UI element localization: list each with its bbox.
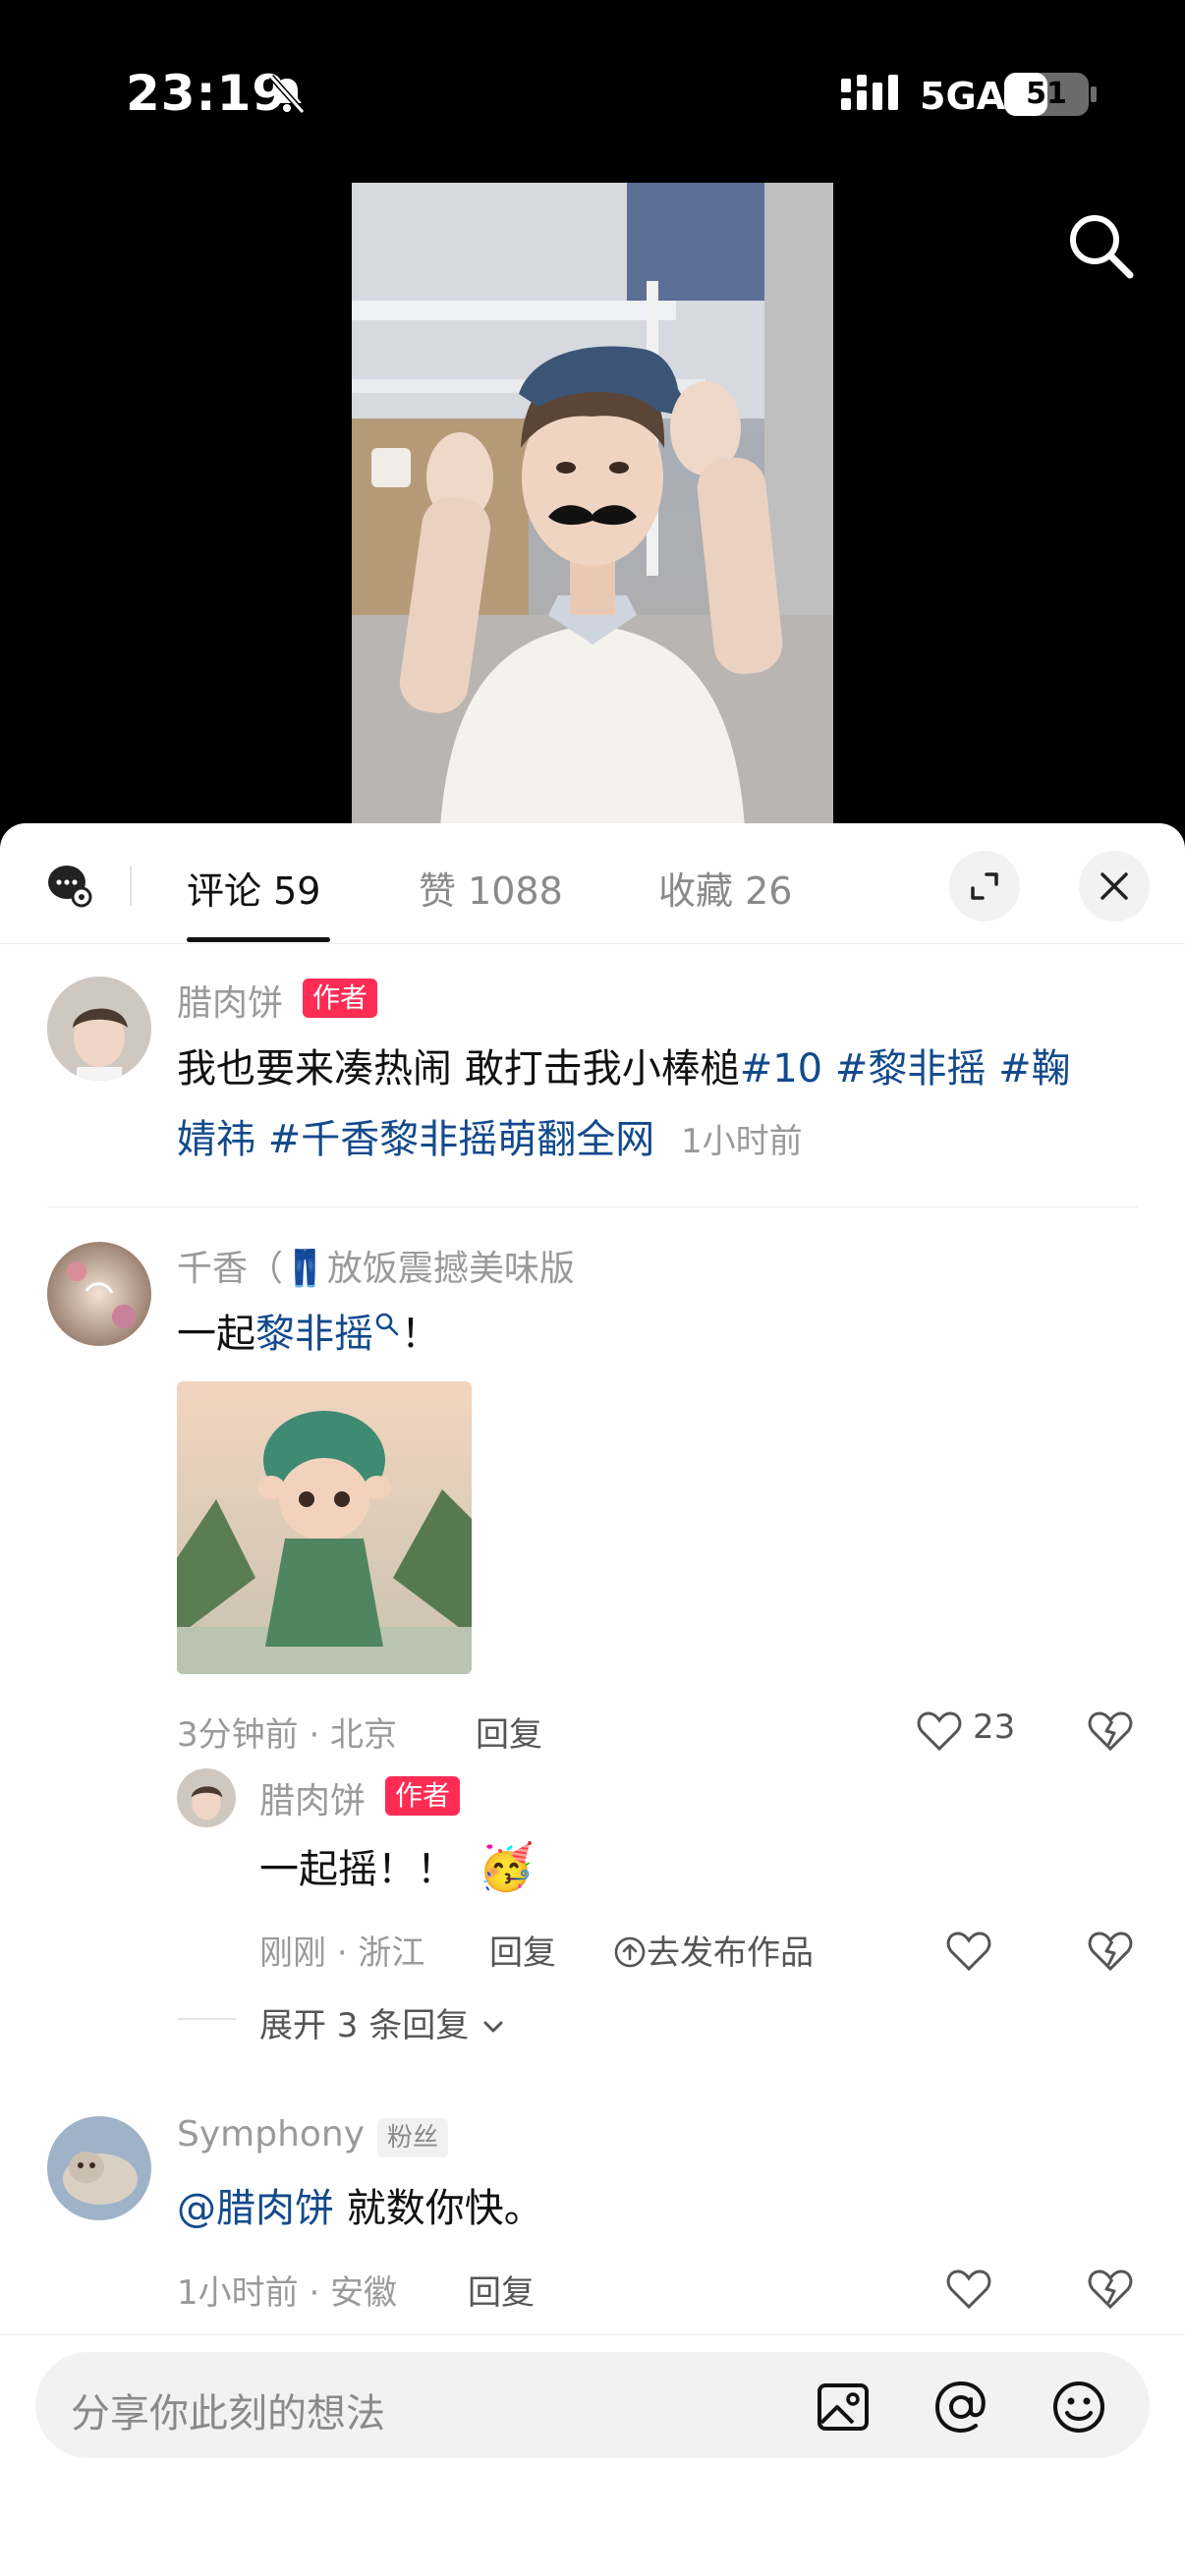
comment-settings-icon[interactable] xyxy=(47,863,92,908)
status-bar: 23:19 5GA 51 xyxy=(0,0,1185,187)
expand-replies-label: 展开 3 条回复 xyxy=(259,2006,470,2045)
comment-text-prefix: 一起 xyxy=(177,1312,255,1357)
avatar-image xyxy=(47,1242,151,1346)
avatar[interactable] xyxy=(177,1768,236,1827)
search-small-icon xyxy=(375,1313,399,1336)
comment-meta: 3分钟前 · 北京 xyxy=(177,1715,398,1755)
reply-button[interactable]: 回复 xyxy=(489,1926,556,1974)
comment-input-placeholder: 分享你此刻的想法 xyxy=(71,2391,385,2436)
chevron-down-icon xyxy=(483,2021,503,2033)
hashtag-links[interactable]: 婧祎 #千香黎非摇萌翻全网 xyxy=(177,1117,654,1162)
heart-icon[interactable] xyxy=(916,1708,963,1755)
tab-likes[interactable]: 赞 1088 xyxy=(419,861,563,915)
comment-text: @腊肉饼 就数你快。 xyxy=(177,2173,543,2244)
search-keyword-link[interactable]: 黎非摇 xyxy=(255,1312,373,1357)
upload-circle-icon xyxy=(614,1936,646,1968)
avatar-image xyxy=(47,2116,151,2220)
publish-work-label: 去发布作品 xyxy=(647,1933,814,1973)
video-player[interactable] xyxy=(352,183,833,827)
reply-button[interactable]: 回复 xyxy=(468,2266,535,2314)
comment-divider xyxy=(47,1206,1138,1207)
comments-tab-bar: 评论 59 赞 1088 收藏 26 xyxy=(0,823,1185,944)
tab-favorites[interactable]: 收藏 26 xyxy=(658,861,792,915)
reply-button[interactable]: 回复 xyxy=(476,1708,542,1756)
comment-text: 我也要来凑热闹 敢打击我小棒槌#10 #黎非摇 #鞠 xyxy=(177,1034,1071,1104)
expand-replies-button[interactable]: 展开 3 条回复 xyxy=(259,1998,507,2046)
reply-username[interactable]: 腊肉饼 xyxy=(259,1772,366,1823)
fan-badge: 粉丝 xyxy=(377,2118,449,2157)
avatar[interactable] xyxy=(47,1242,151,1346)
comment-text-content: 就数你快。 xyxy=(334,2186,543,2231)
bell-slash-icon xyxy=(268,75,306,114)
close-button[interactable] xyxy=(1079,851,1150,922)
expand-line xyxy=(177,2018,236,2020)
battery-level: 51 xyxy=(1026,77,1067,111)
status-time: 23:19 xyxy=(126,65,288,122)
tab-separator xyxy=(130,867,132,906)
publish-work-button[interactable]: 去发布作品 xyxy=(613,1926,814,1974)
comment-username[interactable]: 千香（👖放饭震撼美味版 xyxy=(177,1240,575,1291)
comment-text: 一起黎非摇 ！ xyxy=(177,1299,440,1370)
at-icon[interactable] xyxy=(931,2378,990,2436)
emoji-icon[interactable] xyxy=(1049,2378,1108,2436)
reply-meta: 刚刚 · 浙江 xyxy=(259,1933,425,1973)
comment-image-content xyxy=(177,1381,472,1674)
active-tab-indicator xyxy=(187,937,330,942)
tab-comments[interactable]: 评论 59 xyxy=(187,861,320,915)
avatar[interactable] xyxy=(47,977,151,1081)
comment-username[interactable]: Symphony xyxy=(177,2114,365,2155)
party-emoji: 🥳 xyxy=(478,1840,535,1893)
dislike-icon[interactable] xyxy=(1087,1928,1134,1975)
reply-text-content: 一起摇！！ xyxy=(259,1847,456,1892)
dislike-icon[interactable] xyxy=(1087,2266,1134,2313)
heart-icon[interactable] xyxy=(945,2266,992,2313)
comment-meta: 1小时前 · 安徽 xyxy=(177,2273,398,2313)
dislike-icon[interactable] xyxy=(1087,1708,1134,1755)
comment-text-suffix: ！ xyxy=(401,1312,440,1357)
comment-input[interactable]: 分享你此刻的想法 xyxy=(35,2352,1150,2458)
expand-button[interactable] xyxy=(949,851,1020,922)
like-count: 23 xyxy=(973,1708,1016,1747)
close-icon xyxy=(1100,872,1128,900)
avatar-image xyxy=(47,977,151,1081)
comments-sheet: 评论 59 赞 1088 收藏 26 腊肉饼 作者 我也要来凑热闹 敢打击我小棒… xyxy=(0,823,1185,2576)
comment-image[interactable] xyxy=(177,1381,472,1674)
author-badge: 作者 xyxy=(385,1776,461,1816)
heart-icon[interactable] xyxy=(945,1928,992,1975)
avatar[interactable] xyxy=(47,2116,151,2220)
reply-text: 一起摇！！ 🥳 xyxy=(259,1831,535,1905)
author-badge: 作者 xyxy=(303,979,378,1018)
comment-text-plain: 我也要来凑热闹 敢打击我小棒槌 xyxy=(177,1046,740,1092)
expand-icon xyxy=(971,872,998,900)
comment-username[interactable]: 腊肉饼 xyxy=(177,975,283,1026)
signal-icon xyxy=(841,75,898,110)
mention-link[interactable]: @腊肉饼 xyxy=(177,2186,334,2231)
network-type: 5GA xyxy=(920,75,1006,118)
search-icon[interactable] xyxy=(1063,208,1138,283)
avatar-image xyxy=(177,1768,236,1827)
image-icon[interactable] xyxy=(814,2378,873,2436)
battery-cap xyxy=(1091,86,1097,102)
battery-icon: 51 xyxy=(1004,73,1089,116)
video-frame xyxy=(352,183,833,827)
input-divider xyxy=(0,2334,1185,2335)
hashtag-links[interactable]: #10 #黎非摇 #鞠 xyxy=(740,1046,1071,1092)
comment-time: 1小时前 xyxy=(680,1122,803,1161)
comment-text-line2: 婧祎 #千香黎非摇萌翻全网 1小时前 xyxy=(177,1104,803,1177)
